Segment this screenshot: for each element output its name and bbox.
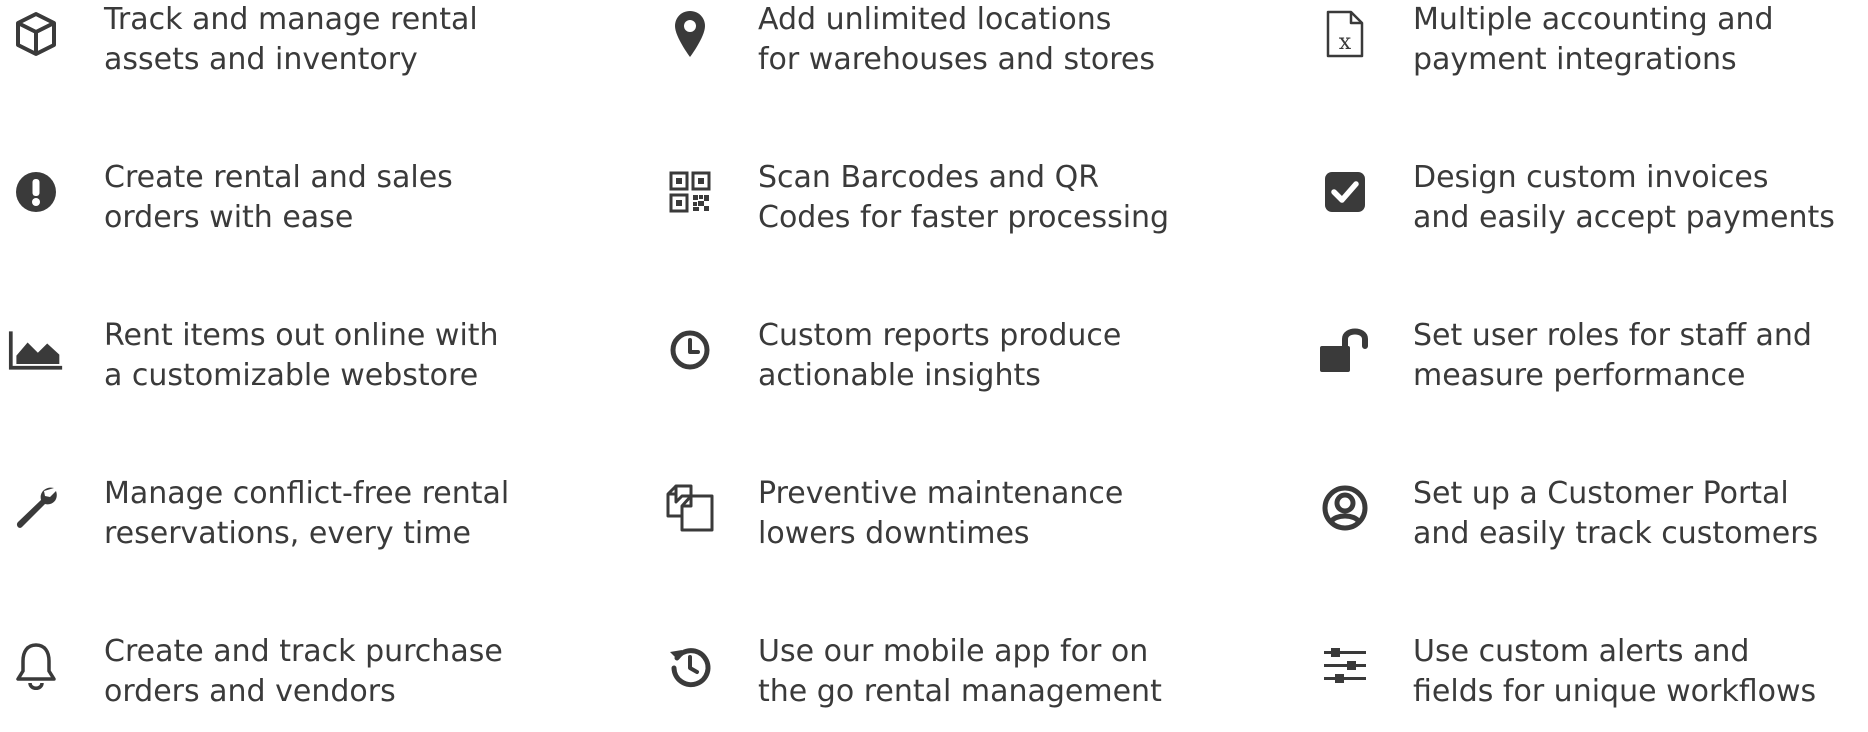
feature-line-1: Manage conflict-free rental — [104, 476, 510, 511]
history-icon — [662, 638, 718, 694]
check-square-icon — [1317, 164, 1373, 220]
feature-text: Manage conflict-free rental reservations… — [104, 474, 564, 554]
feature-purchase-orders: Create and track purchase orders and ven… — [8, 632, 568, 732]
feature-line-2: reservations, every time — [104, 516, 471, 551]
feature-line-1: Set up a Customer Portal — [1413, 476, 1789, 511]
feature-user-roles: Set user roles for staff and measure per… — [1317, 316, 1868, 416]
feature-text: Track and manage rental assets and inven… — [104, 0, 564, 80]
feature-accounting: x Multiple accounting and payment integr… — [1317, 0, 1868, 100]
feature-invoices: Design custom invoices and easily accept… — [1317, 158, 1868, 258]
feature-line-1: Preventive maintenance — [758, 476, 1124, 511]
feature-text: Use custom alerts and fields for unique … — [1413, 632, 1868, 712]
feature-text: Multiple accounting and payment integrat… — [1413, 0, 1868, 80]
feature-line-2: the go rental management — [758, 674, 1162, 709]
feature-line-2: a customizable webstore — [104, 358, 479, 393]
feature-line-2: fields for unique workflows — [1413, 674, 1817, 709]
spreadsheet-file-icon: x — [1317, 6, 1373, 62]
feature-text: Set up a Customer Portal and easily trac… — [1413, 474, 1868, 554]
area-chart-icon — [8, 322, 64, 378]
feature-grid: Track and manage rental assets and inven… — [0, 0, 1868, 709]
feature-line-1: Create and track purchase — [104, 634, 503, 669]
feature-line-2: actionable insights — [758, 358, 1041, 393]
bell-icon — [8, 638, 64, 694]
copy-documents-icon — [662, 480, 718, 536]
feature-line-2: and easily track customers — [1413, 516, 1819, 551]
feature-maintenance: Preventive maintenance lowers downtimes — [662, 474, 1222, 574]
clock-icon — [662, 322, 718, 378]
feature-line-2: assets and inventory — [104, 42, 418, 77]
feature-text: Design custom invoices and easily accept… — [1413, 158, 1868, 238]
feature-text: Preventive maintenance lowers downtimes — [758, 474, 1218, 554]
user-circle-icon — [1317, 480, 1373, 536]
feature-line-2: and easily accept payments — [1413, 200, 1835, 235]
exclamation-circle-icon — [8, 164, 64, 220]
feature-line-1: Custom reports produce — [758, 318, 1122, 353]
feature-line-1: Set user roles for staff and — [1413, 318, 1812, 353]
feature-webstore: Rent items out online with a customizabl… — [8, 316, 568, 416]
feature-line-2: payment integrations — [1413, 42, 1737, 77]
feature-rental-orders: Create rental and sales orders with ease — [8, 158, 568, 258]
feature-track-assets: Track and manage rental assets and inven… — [8, 0, 568, 100]
feature-barcodes: Scan Barcodes and QR Codes for faster pr… — [662, 158, 1222, 258]
feature-reservations: Manage conflict-free rental reservations… — [8, 474, 568, 574]
feature-line-1: Scan Barcodes and QR — [758, 160, 1100, 195]
feature-line-2: lowers downtimes — [758, 516, 1030, 551]
feature-custom-alerts: Use custom alerts and fields for unique … — [1317, 632, 1868, 732]
feature-line-1: Track and manage rental — [104, 2, 478, 37]
feature-locations: Add unlimited locations for warehouses a… — [662, 0, 1222, 100]
qr-code-icon — [662, 164, 718, 220]
feature-line-1: Use our mobile app for on — [758, 634, 1149, 669]
feature-reports: Custom reports produce actionable insigh… — [662, 316, 1222, 416]
box-icon — [8, 6, 64, 62]
feature-text: Create rental and sales orders with ease — [104, 158, 564, 238]
feature-text: Set user roles for staff and measure per… — [1413, 316, 1868, 396]
feature-line-1: Multiple accounting and — [1413, 2, 1774, 37]
feature-text: Custom reports produce actionable insigh… — [758, 316, 1218, 396]
feature-line-2: for warehouses and stores — [758, 42, 1155, 77]
feature-line-2: measure performance — [1413, 358, 1746, 393]
feature-text: Rent items out online with a customizabl… — [104, 316, 564, 396]
feature-text: Create and track purchase orders and ven… — [104, 632, 564, 712]
feature-line-2: Codes for faster processing — [758, 200, 1170, 235]
sliders-icon — [1317, 638, 1373, 694]
wrench-icon — [8, 480, 64, 536]
feature-line-1: Use custom alerts and — [1413, 634, 1750, 669]
svg-text:x: x — [1339, 30, 1352, 55]
feature-line-2: orders with ease — [104, 200, 354, 235]
feature-line-1: Design custom invoices — [1413, 160, 1769, 195]
feature-line-1: Add unlimited locations — [758, 2, 1112, 37]
feature-customer-portal: Set up a Customer Portal and easily trac… — [1317, 474, 1868, 574]
feature-line-1: Rent items out online with — [104, 318, 499, 353]
feature-line-1: Create rental and sales — [104, 160, 453, 195]
feature-text: Add unlimited locations for warehouses a… — [758, 0, 1218, 80]
map-marker-icon — [662, 6, 718, 62]
feature-line-2: orders and vendors — [104, 674, 396, 709]
feature-mobile-app: Use our mobile app for on the go rental … — [662, 632, 1222, 732]
feature-text: Scan Barcodes and QR Codes for faster pr… — [758, 158, 1218, 238]
feature-text: Use our mobile app for on the go rental … — [758, 632, 1218, 712]
unlock-icon — [1317, 322, 1373, 378]
